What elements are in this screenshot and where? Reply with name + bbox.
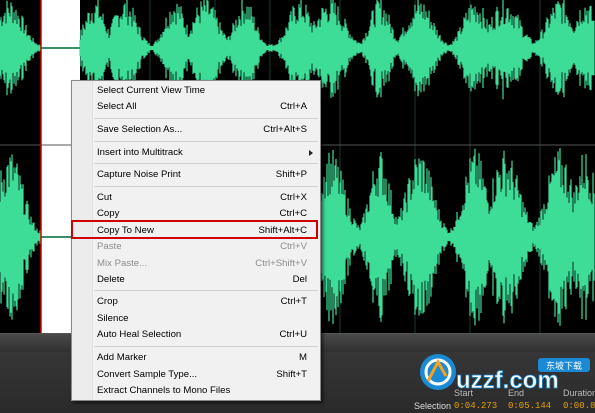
menu-separator — [94, 290, 318, 291]
duration-header: Duration — [563, 388, 595, 398]
menu-item-auto-heal-selection[interactable]: Auto Heal Selection Ctrl+U — [73, 327, 319, 343]
submenu-arrow-icon — [309, 150, 313, 156]
menu-item-paste[interactable]: Paste Ctrl+V — [73, 239, 319, 255]
selection-row-label: Selection — [414, 401, 452, 411]
menu-separator — [94, 118, 318, 119]
start-header: Start — [454, 388, 474, 398]
menu-item-mix-paste[interactable]: Mix Paste... Ctrl+Shift+V — [73, 256, 319, 272]
menu-separator — [94, 186, 318, 187]
menu-item-silence[interactable]: Silence — [73, 311, 319, 327]
menu-item-select-current-view-time[interactable]: Select Current View Time — [73, 83, 319, 99]
menu-item-insert-into-multitrack[interactable]: Insert into Multitrack — [73, 145, 319, 161]
menu-item-cut[interactable]: Cut Ctrl+X — [73, 190, 319, 206]
highlight-box — [71, 220, 318, 239]
site-watermark: 东坡下载 uzzf.com — [416, 348, 595, 394]
menu-separator — [94, 346, 318, 347]
selection-start-value[interactable]: 0:04.273 — [454, 401, 497, 411]
menu-item-extract-channels-to-mono-files[interactable]: Extract Channels to Mono Files — [73, 383, 319, 399]
menu-item-select-all[interactable]: Select All Ctrl+A — [73, 99, 319, 115]
context-menu: Select Current View Time Select All Ctrl… — [71, 80, 321, 401]
menu-item-delete[interactable]: Delete Del — [73, 272, 319, 288]
watermark-logo: 东坡下载 uzzf.com — [420, 354, 590, 394]
menu-item-capture-noise-print[interactable]: Capture Noise Print Shift+P — [73, 167, 319, 183]
menu-separator — [94, 163, 318, 164]
menu-item-convert-sample-type[interactable]: Convert Sample Type... Shift+T — [73, 367, 319, 383]
selection-info-panel: Start End Duration Selection 0:04.273 0:… — [408, 388, 595, 413]
end-header: End — [508, 388, 525, 398]
menu-separator — [94, 141, 318, 142]
menu-item-save-selection-as[interactable]: Save Selection As... Ctrl+Alt+S — [73, 122, 319, 138]
selection-duration-value[interactable]: 0:00.871 — [563, 401, 595, 411]
menu-item-crop[interactable]: Crop Ctrl+T — [73, 294, 319, 310]
menu-item-add-marker[interactable]: Add Marker M — [73, 350, 319, 366]
selection-end-value[interactable]: 0:05.144 — [508, 401, 551, 411]
